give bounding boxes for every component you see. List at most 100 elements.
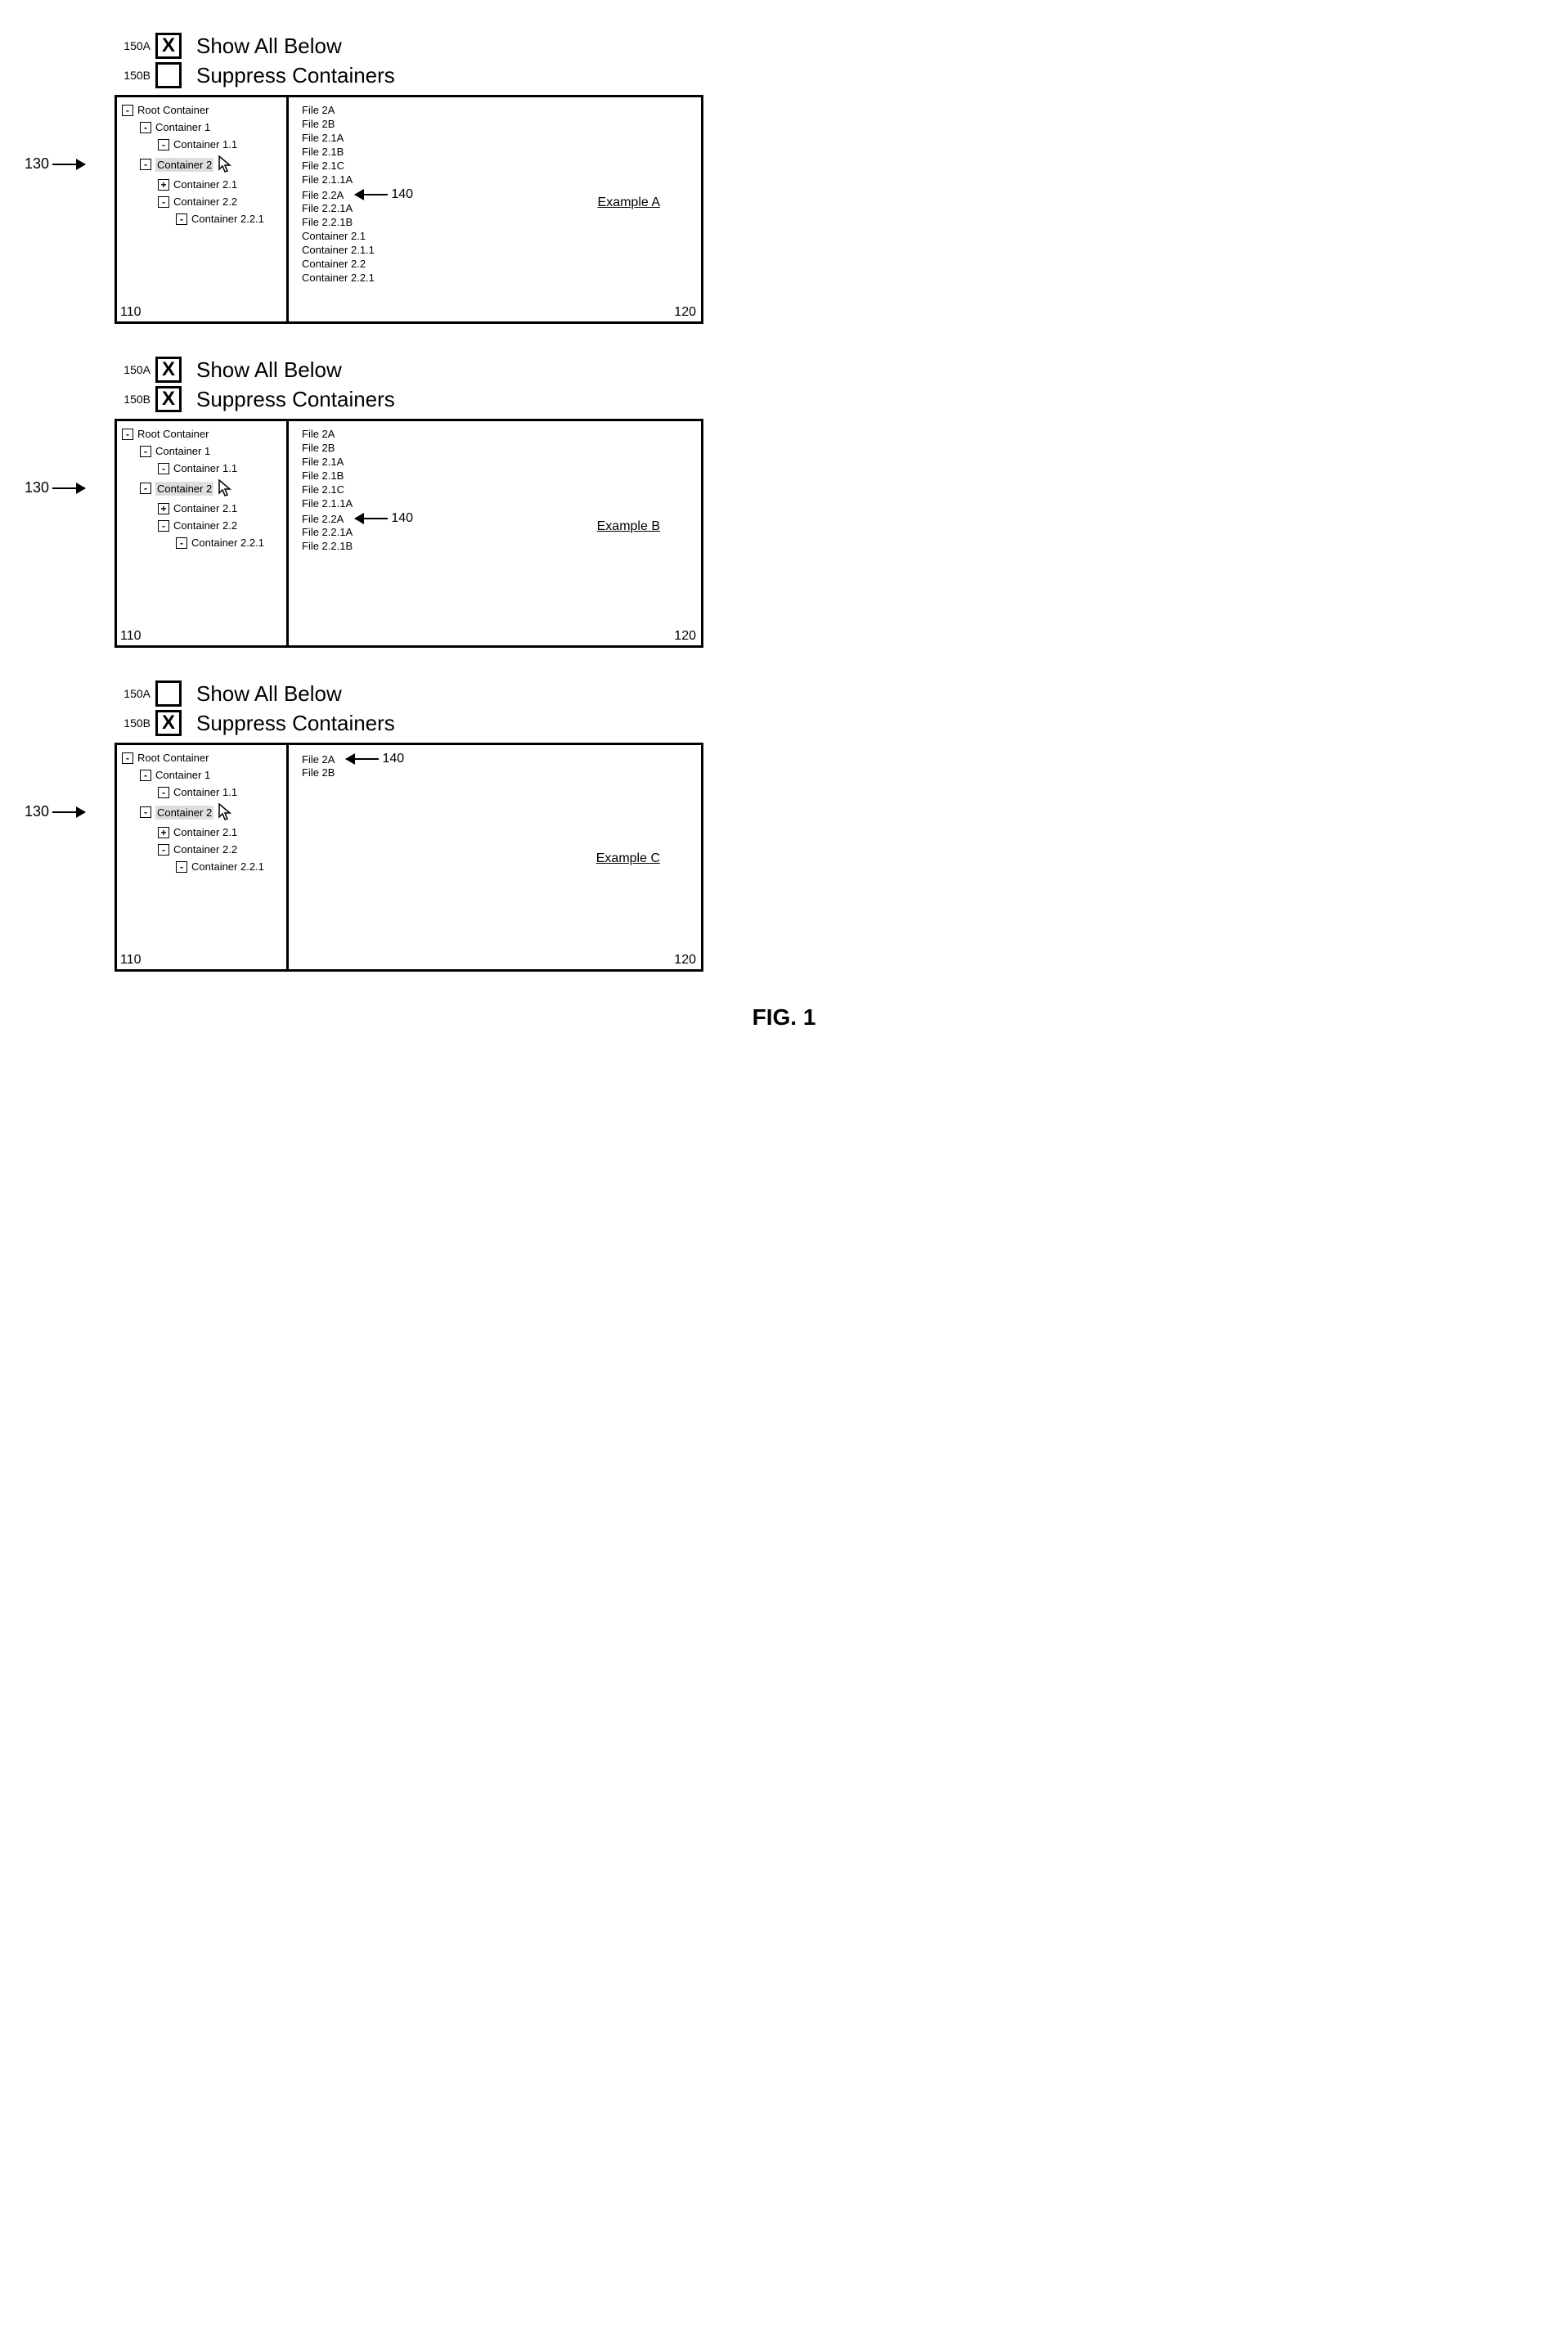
expander-icon[interactable]: - <box>140 159 151 170</box>
tree-item[interactable]: -Container 2.2 <box>158 519 281 532</box>
file-item[interactable]: File 2.1.1A <box>302 497 696 510</box>
tree-item-label: Container 2.1 <box>173 826 237 838</box>
ref-120: 120 <box>674 953 696 968</box>
expander-icon[interactable]: - <box>158 787 169 798</box>
tree-item-label: Container 2.2 <box>173 195 237 208</box>
checkbox-show-all[interactable]: X <box>155 357 182 383</box>
tree-item[interactable]: -Container 2.2.1 <box>176 860 281 873</box>
tree-item[interactable]: -Container 1 <box>140 445 281 457</box>
callout-140-text: 140 <box>391 511 413 526</box>
tree-item[interactable]: +Container 2.1 <box>158 502 281 514</box>
arrow-left-icon <box>346 758 379 760</box>
cursor-icon <box>218 479 233 497</box>
expander-icon[interactable]: - <box>140 446 151 457</box>
file-item[interactable]: File 2A <box>302 753 335 766</box>
tree-item[interactable]: -Container 2 <box>140 155 281 173</box>
file-pane: File 2A140File 2B120Example C <box>289 745 701 969</box>
checkbox-show-all[interactable] <box>155 680 182 707</box>
tree-item-label: Container 2.2.1 <box>191 537 264 549</box>
expander-icon[interactable]: - <box>158 196 169 208</box>
expander-icon[interactable]: + <box>158 179 169 191</box>
tree-item[interactable]: -Container 1.1 <box>158 138 281 150</box>
expander-icon[interactable]: - <box>140 122 151 133</box>
expander-icon[interactable]: - <box>158 139 169 150</box>
tree-item[interactable]: -Container 1.1 <box>158 786 281 798</box>
checkbox-suppress[interactable]: X <box>155 710 182 736</box>
tree-item[interactable]: -Container 2.2.1 <box>176 537 281 549</box>
file-item[interactable]: File 2.2.1B <box>302 540 696 552</box>
label-suppress: Suppress Containers <box>196 711 395 736</box>
tree-item-label: Container 1.1 <box>173 462 237 474</box>
tree-item-label: Container 1 <box>155 121 210 133</box>
expander-icon[interactable]: - <box>158 844 169 856</box>
expander-icon[interactable]: - <box>158 463 169 474</box>
expander-icon[interactable]: - <box>176 861 187 873</box>
file-item[interactable]: File 2B <box>302 766 696 779</box>
file-item[interactable]: File 2.2A <box>302 189 344 201</box>
expander-icon[interactable]: - <box>176 537 187 549</box>
callout-140-text: 140 <box>382 752 404 766</box>
expander-icon[interactable]: - <box>158 520 169 532</box>
expander-icon[interactable]: + <box>158 503 169 514</box>
expander-icon[interactable]: - <box>122 105 133 116</box>
file-item[interactable]: File 2.2A <box>302 513 344 525</box>
file-item[interactable]: Container 2.1 <box>302 230 696 242</box>
callout-140: 140 <box>341 752 404 766</box>
expander-icon[interactable]: - <box>140 806 151 818</box>
explorer-window: -Root Container-Container 1-Container 1.… <box>115 743 703 972</box>
file-item[interactable]: File 2.1B <box>302 146 696 158</box>
tree-item[interactable]: -Root Container <box>122 752 281 764</box>
expander-icon[interactable]: + <box>158 827 169 838</box>
tree-item[interactable]: -Container 2.2 <box>158 195 281 208</box>
tree-item[interactable]: -Root Container <box>122 428 281 440</box>
tree-item[interactable]: -Container 1.1 <box>158 462 281 474</box>
file-item[interactable]: File 2.1A <box>302 132 696 144</box>
file-item[interactable]: File 2A <box>302 428 696 440</box>
file-item[interactable]: File 2A <box>302 104 696 116</box>
callout-140-text: 140 <box>391 187 413 202</box>
checkbox-suppress[interactable]: X <box>155 386 182 412</box>
expander-icon[interactable]: - <box>176 213 187 225</box>
callout-130-text: 130 <box>25 479 49 496</box>
file-item[interactable]: File 2.1C <box>302 159 696 172</box>
tree-item[interactable]: -Container 2.2 <box>158 843 281 856</box>
file-item[interactable]: File 2.1.1A <box>302 173 696 186</box>
file-item[interactable]: Container 2.2.1 <box>302 272 696 284</box>
label-show-all: Show All Below <box>196 34 342 59</box>
tree-item-label: Container 1 <box>155 445 210 457</box>
file-item[interactable]: File 2.1C <box>302 483 696 496</box>
tree-item[interactable]: +Container 2.1 <box>158 178 281 191</box>
tree-item[interactable]: -Container 1 <box>140 121 281 133</box>
file-item[interactable]: File 2.2.1B <box>302 216 696 228</box>
tree-item-label: Root Container <box>137 752 209 764</box>
expander-icon[interactable]: - <box>122 429 133 440</box>
tree-item[interactable]: -Container 2 <box>140 803 281 821</box>
expander-icon[interactable]: - <box>122 752 133 764</box>
arrow-left-icon <box>355 518 388 519</box>
ref-120: 120 <box>674 629 696 644</box>
file-item[interactable]: File 2B <box>302 442 696 454</box>
expander-icon[interactable]: - <box>140 770 151 781</box>
file-item[interactable]: File 2.1A <box>302 456 696 468</box>
label-suppress: Suppress Containers <box>196 387 395 412</box>
window-wrap: 130-Root Container-Container 1-Container… <box>25 95 1543 324</box>
file-item[interactable]: Container 2.1.1 <box>302 244 696 256</box>
tree-item-label: Container 2.2 <box>173 843 237 856</box>
tree-item-label: Root Container <box>137 104 209 116</box>
file-item[interactable]: Container 2.2 <box>302 258 696 270</box>
label-show-all: Show All Below <box>196 681 342 707</box>
tree-item[interactable]: -Container 1 <box>140 769 281 781</box>
callout-130: 130 <box>25 479 90 496</box>
checkbox-show-all[interactable]: X <box>155 33 182 59</box>
file-item[interactable]: File 2B <box>302 118 696 130</box>
checkbox-suppress[interactable] <box>155 62 182 88</box>
expander-icon[interactable]: - <box>140 483 151 494</box>
arrow-right-icon <box>52 811 85 813</box>
file-item[interactable]: File 2.1B <box>302 469 696 482</box>
tree-item[interactable]: -Root Container <box>122 104 281 116</box>
tree-item[interactable]: -Container 2 <box>140 479 281 497</box>
tree-item[interactable]: -Container 2.2.1 <box>176 213 281 225</box>
tree-item[interactable]: + Container 2.1 <box>158 826 281 838</box>
tree-item-label: Container 2.2.1 <box>191 213 264 225</box>
tree-item-label: Container 1.1 <box>173 138 237 150</box>
